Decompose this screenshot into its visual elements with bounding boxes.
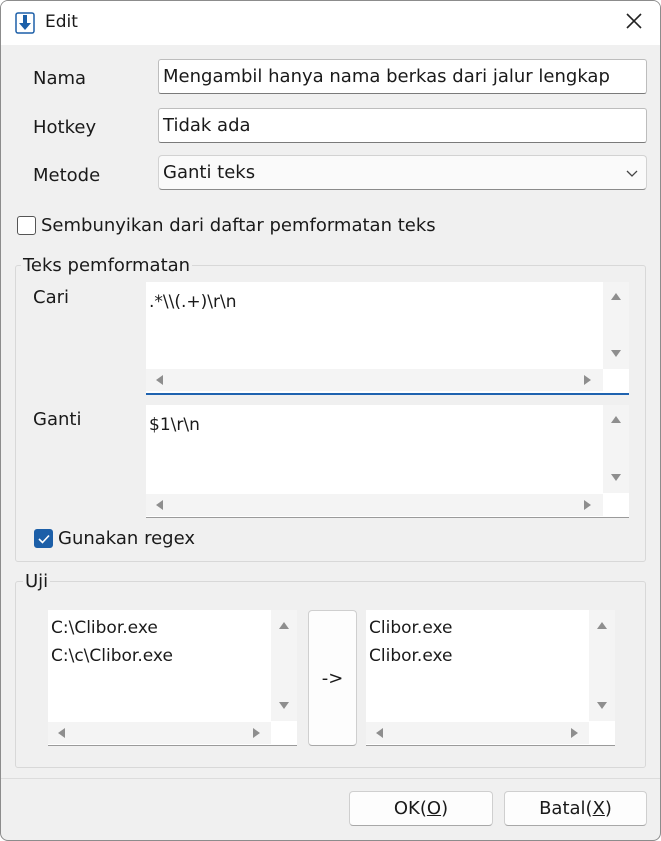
window-title: Edit [45,12,78,32]
ganti-textarea-value: $1\r\n [149,415,200,435]
hotkey-label: Hotkey [33,117,97,138]
cancel-button[interactable]: Batal(X) [504,791,647,826]
cari-label: Cari [33,287,69,308]
use-regex-label: Gunakan regex [58,528,195,549]
ganti-label: Ganti [33,409,82,430]
test-input-vertical-scrollbar[interactable] [271,610,297,721]
scroll-down-icon [611,350,621,357]
nama-input[interactable]: Mengambil hanya nama berkas dari jalur l… [158,59,647,94]
hide-checkbox-box [17,216,36,235]
cancel-accelerator: X [592,798,605,819]
scroll-right-icon [584,375,591,385]
scroll-left-icon [376,728,383,738]
metode-label: Metode [33,165,101,186]
test-output-value: Clibor.exe Clibor.exe [369,618,453,666]
edit-dialog: Edit Nama Mengambil hanya nama berkas da… [0,0,661,841]
chevron-down-icon [626,162,638,183]
footer-divider [1,778,660,779]
metode-select-value: Ganti teks [163,162,256,183]
scroll-up-icon [611,293,621,300]
run-test-label: -> [321,667,344,689]
test-output-horizontal-scrollbar[interactable] [366,722,589,744]
hide-checkbox-label: Sembunyikan dari daftar pemformatan teks [41,215,436,236]
close-icon [626,12,642,34]
test-input-textarea[interactable]: C:\Clibor.exe C:\c\Clibor.exe [48,610,297,746]
nama-label: Nama [33,68,87,89]
cari-textarea[interactable]: .*\\(.+)\r\n [146,282,629,395]
scroll-down-icon [611,474,621,481]
cari-vertical-scrollbar[interactable] [603,282,629,369]
format-group-title: Teks pemformatan [21,255,193,276]
scroll-left-icon [156,375,163,385]
scroll-up-icon [611,416,621,423]
test-input-value: C:\Clibor.exe C:\c\Clibor.exe [51,618,173,666]
cari-textarea-value: .*\\(.+)\r\n [149,292,237,312]
scroll-up-icon [279,622,289,629]
hide-from-list-checkbox[interactable]: Sembunyikan dari daftar pemformatan teks [17,215,436,236]
nama-input-value: Mengambil hanya nama berkas dari jalur l… [163,66,610,87]
scroll-down-icon [597,702,607,709]
close-button[interactable] [608,1,660,45]
use-regex-checkbox[interactable]: Gunakan regex [34,528,195,549]
check-icon [34,529,53,548]
test-input-horizontal-scrollbar[interactable] [48,722,271,744]
ok-label-tail: ) [441,798,449,819]
scroll-right-icon [584,500,591,510]
scroll-left-icon [156,500,163,510]
scroll-right-icon [571,728,578,738]
scroll-up-icon [597,622,607,629]
ok-accelerator: O [426,798,442,819]
hotkey-input[interactable]: Tidak ada [158,108,647,143]
download-arrow-icon [15,12,35,34]
ganti-horizontal-scrollbar[interactable] [146,494,603,516]
cancel-label-tail: ) [604,798,612,819]
test-output-vertical-scrollbar[interactable] [589,610,615,721]
scroll-down-icon [279,702,289,709]
metode-select[interactable]: Ganti teks [158,155,647,190]
run-test-button[interactable]: -> [308,610,357,746]
test-output-textarea[interactable]: Clibor.exe Clibor.exe [366,610,615,746]
hotkey-input-value: Tidak ada [163,115,251,136]
ok-label: OK( [393,798,427,819]
ok-button[interactable]: OK(O) [349,791,493,826]
ganti-textarea[interactable]: $1\r\n [146,405,629,518]
scroll-right-icon [253,728,260,738]
scroll-left-icon [58,728,65,738]
ganti-vertical-scrollbar[interactable] [603,405,629,493]
cancel-label: Batal( [539,798,593,819]
title-bar: Edit [1,1,660,45]
cari-horizontal-scrollbar[interactable] [146,369,603,391]
test-group-title: Uji [23,571,51,592]
